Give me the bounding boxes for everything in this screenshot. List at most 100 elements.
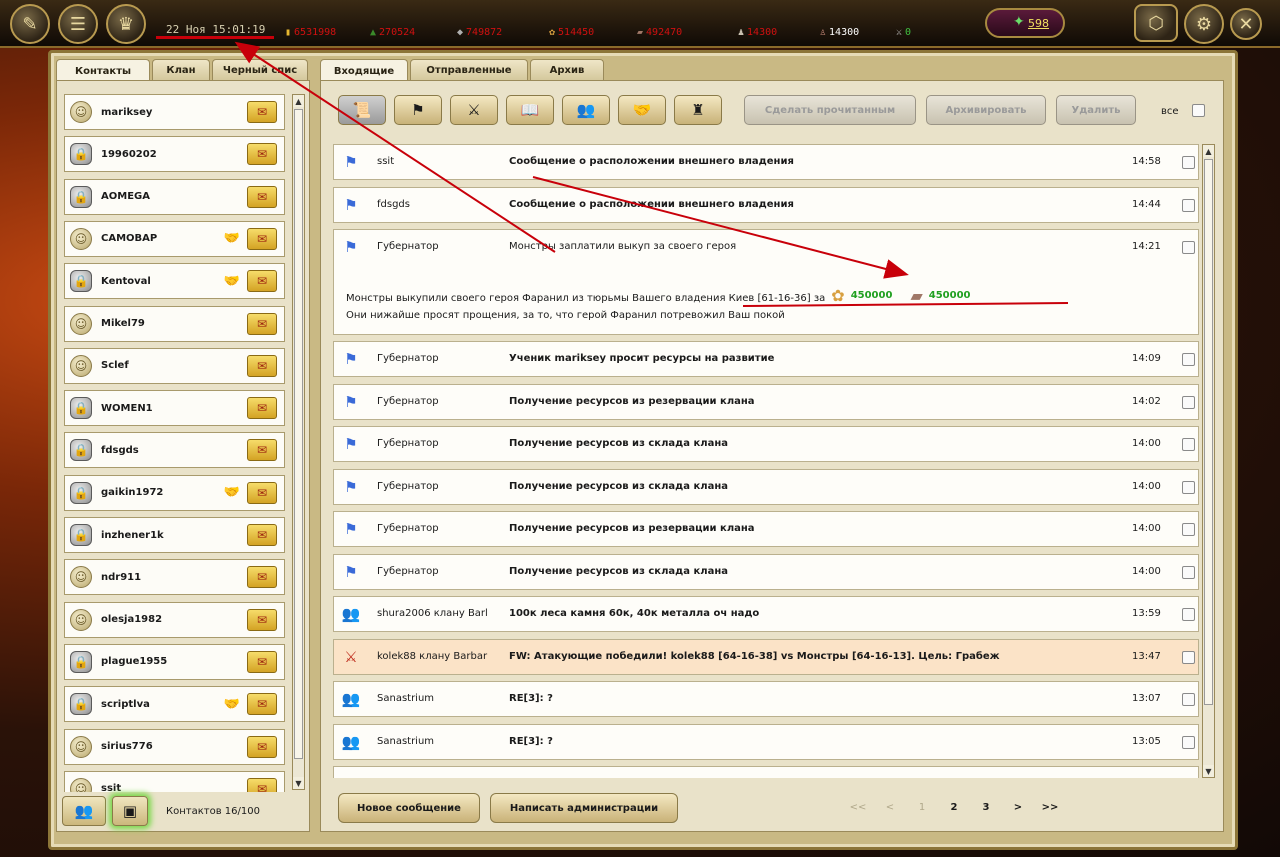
new-message-button[interactable]: Новое сообщение — [338, 793, 480, 823]
message-checkbox[interactable] — [1182, 156, 1195, 169]
send-mail-button[interactable]: ✉ — [247, 101, 277, 123]
message-row[interactable]: ⚑ Губернатор Ученик mariksey просит ресурс… — [333, 341, 1199, 377]
send-mail-button[interactable]: ✉ — [247, 777, 277, 792]
contact-item[interactable]: 🔒 scriptlva 🤝 ✉ — [64, 686, 285, 723]
message-subject[interactable]: Получение ресурсов из склада клана — [509, 481, 1109, 492]
contact-item[interactable]: 🔒 plague1955 ✉ — [64, 643, 285, 680]
page-link[interactable]: 2 — [938, 802, 970, 813]
message-subject[interactable]: Ученик mariksey просит ресурсы на развит… — [509, 353, 1109, 364]
send-mail-button[interactable]: ✉ — [247, 270, 277, 293]
message-row[interactable]: ⚑ fdsgds Сообщение о расположении внешнего… — [333, 186, 1199, 223]
message-row[interactable]: ⚑ Губернатор Получение ресурсов из склада … — [333, 468, 1199, 505]
message-subject[interactable]: Монстры заплатили выкуп за своего героя — [509, 241, 1109, 252]
page-link[interactable]: > — [1002, 802, 1034, 813]
close-icon[interactable]: ✕ — [1230, 8, 1262, 40]
menu-scroll-icon[interactable]: ✎ — [10, 4, 50, 44]
write-admin-button[interactable]: Написать администрации — [490, 793, 678, 823]
message-row[interactable]: 👥 shura2006 клану Barl 100к леса камня 60к… — [333, 596, 1199, 632]
send-mail-button[interactable]: ✉ — [247, 354, 277, 377]
message-checkbox[interactable] — [1182, 353, 1195, 366]
contacts-scrollbar[interactable]: ▲ ▼ — [292, 94, 305, 790]
send-mail-button[interactable]: ✉ — [247, 143, 277, 166]
send-mail-button[interactable]: ✉ — [247, 650, 277, 673]
gems-counter[interactable]: 598 — [985, 8, 1065, 38]
send-mail-button[interactable]: ✉ — [247, 608, 277, 631]
message-row[interactable]: ⚔ kolek88 клану Barbar FW: Атакующие побед… — [333, 638, 1199, 675]
message-row[interactable]: 👥 Sanastrium RE[3]: ? 13:05 — [333, 723, 1199, 760]
filter-flag-button[interactable]: ⚑ — [394, 95, 442, 125]
filter-alliance-button[interactable]: 🤝 — [618, 95, 666, 125]
message-checkbox[interactable] — [1182, 565, 1195, 579]
page-link[interactable]: 1 — [906, 802, 938, 813]
scroll-thumb[interactable] — [1204, 159, 1213, 705]
message-row[interactable]: ⚑ Губернатор Получение ресурсов из резерва… — [333, 383, 1199, 420]
message-checkbox[interactable] — [1182, 395, 1195, 409]
archive-button[interactable]: Архивировать — [926, 95, 1046, 125]
message-subject[interactable]: Получение ресурсов из склада клана — [509, 566, 1109, 577]
message-checkbox[interactable] — [1182, 693, 1195, 706]
page-link[interactable]: << — [842, 802, 874, 813]
send-mail-button[interactable]: ✉ — [247, 735, 277, 758]
delete-button[interactable]: Удалить — [1056, 95, 1136, 125]
contact-item[interactable]: 🔒 WOMEN1 ✉ — [64, 390, 285, 427]
filter-battle-button[interactable]: ⚔ — [450, 95, 498, 125]
contact-item[interactable]: 🔒 Kentoval 🤝 ✉ — [64, 263, 285, 300]
message-subject[interactable]: 100к леса камня 60к, 40к металла оч надо — [509, 608, 1109, 619]
message-checkbox[interactable] — [1182, 241, 1195, 254]
send-mail-button[interactable]: ✉ — [247, 481, 277, 504]
contact-item[interactable]: ☺ CAMOBAP 🤝 ✉ — [64, 220, 285, 257]
contact-item[interactable]: 🔒 fdsgds ✉ — [64, 432, 285, 469]
send-mail-button[interactable]: ✉ — [247, 227, 277, 250]
send-mail-button[interactable]: ✉ — [247, 185, 277, 208]
message-subject[interactable]: Сообщение о расположении внешнего владен… — [509, 199, 1109, 210]
message-row[interactable]: ⚑ Губернатор Получение ресурсов из склада … — [333, 553, 1199, 590]
page-link[interactable]: >> — [1034, 802, 1066, 813]
page-link[interactable]: < — [874, 802, 906, 813]
contact-item[interactable]: 🔒 inzhener1k ✉ — [64, 517, 285, 553]
contact-item[interactable]: ☺ olesja1982 ✉ — [64, 601, 285, 638]
page-link[interactable]: 3 — [970, 802, 1002, 813]
tab-contacts[interactable]: Контакты — [56, 59, 150, 82]
message-subject[interactable]: RE[3]: ? — [509, 736, 1109, 747]
send-mail-button[interactable]: ✉ — [247, 693, 277, 716]
contact-item[interactable]: ☺ Sclef ✉ — [64, 347, 285, 384]
message-row[interactable] — [333, 766, 1199, 778]
add-contact-button[interactable]: 👥 — [62, 796, 106, 826]
send-mail-button[interactable]: ✉ — [247, 312, 277, 335]
message-checkbox[interactable] — [1182, 608, 1195, 621]
message-subject[interactable]: Получение ресурсов из склада клана — [509, 438, 1109, 449]
contact-item[interactable]: ☺ ndr911 ✉ — [64, 559, 285, 596]
scroll-down-icon[interactable]: ▼ — [293, 777, 304, 789]
message-row[interactable]: ⚑ Губернатор Получение ресурсов из склада … — [333, 426, 1199, 462]
contact-item[interactable]: ☺ Mikel79 ✉ — [64, 305, 285, 342]
contact-item[interactable]: 🔒 19960202 ✉ — [64, 136, 285, 173]
message-subject[interactable]: FW: Атакующие победили! kolek88 [64-16-3… — [509, 651, 1109, 662]
message-row[interactable]: ⚑ ssit Сообщение о расположении внешнего в… — [333, 144, 1199, 180]
message-checkbox[interactable] — [1182, 523, 1195, 536]
contacts-chest-button[interactable]: ▣ — [112, 796, 148, 826]
settings-icon[interactable]: ⚙ — [1184, 4, 1224, 44]
tab-blacklist[interactable]: Черный спис — [212, 59, 308, 81]
message-checkbox[interactable] — [1182, 198, 1195, 212]
message-checkbox[interactable] — [1182, 438, 1195, 451]
contact-item[interactable]: ☺ sirius776 ✉ — [64, 728, 285, 765]
select-all-checkbox[interactable] — [1192, 104, 1205, 117]
scroll-thumb[interactable] — [294, 109, 303, 759]
messages-scrollbar[interactable]: ▲ ▼ — [1202, 144, 1215, 778]
trophy-icon[interactable]: ♛ — [106, 4, 146, 44]
message-checkbox[interactable] — [1182, 650, 1195, 664]
filter-scroll-button[interactable]: 📜 — [338, 95, 386, 125]
send-mail-button[interactable]: ✉ — [247, 397, 277, 420]
message-checkbox[interactable] — [1182, 735, 1195, 749]
message-checkbox[interactable] — [1182, 480, 1195, 494]
send-mail-button[interactable]: ✉ — [247, 566, 277, 589]
tab-clan[interactable]: Клан — [152, 59, 210, 81]
message-subject[interactable]: Получение ресурсов из резервации клана — [509, 396, 1109, 407]
message-row[interactable]: ⚑ Губернатор Получение ресурсов из резерва… — [333, 511, 1199, 547]
message-subject[interactable]: RE[3]: ? — [509, 693, 1109, 704]
message-row[interactable]: 👥 Sanastrium RE[3]: ? 13:07 — [333, 681, 1199, 717]
scroll-up-icon[interactable]: ▲ — [293, 95, 304, 107]
map-icon[interactable]: ⬡ — [1134, 4, 1178, 42]
message-subject[interactable]: Получение ресурсов из резервации клана — [509, 523, 1109, 534]
contact-item[interactable]: ☺ ssit ✉ — [64, 770, 285, 792]
